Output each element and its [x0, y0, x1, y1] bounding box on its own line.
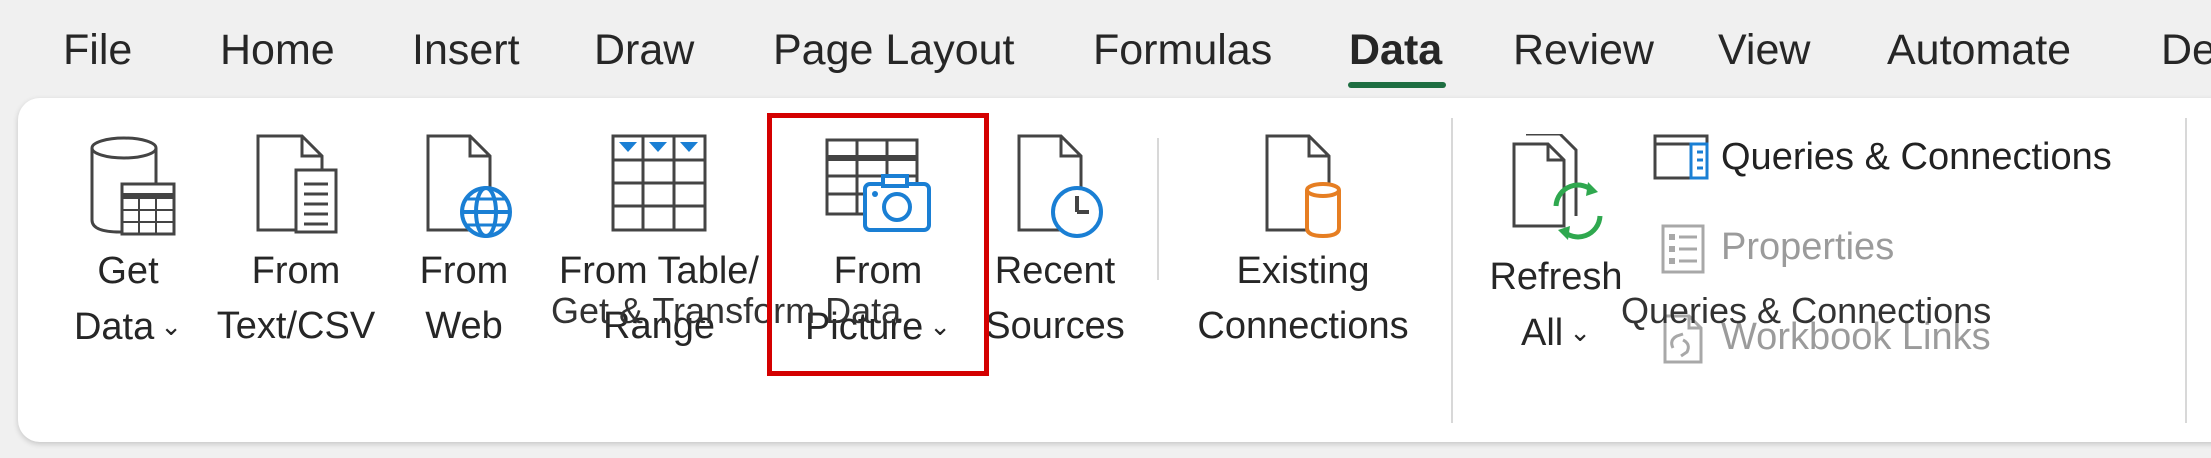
get-data-label-line2: Data	[73, 306, 155, 348]
web-document-icon	[414, 132, 514, 260]
tab-data[interactable]: Data	[1349, 22, 1442, 78]
refresh-icon	[1504, 132, 1608, 262]
from-text-csv-label-line1: From	[251, 250, 341, 292]
queries-connections-button[interactable]: Queries & Connections	[1653, 132, 2173, 186]
camera-table-icon	[823, 136, 933, 256]
properties-icon	[1661, 224, 1707, 287]
from-text-csv-button[interactable]: From Text/CSV	[212, 128, 380, 358]
from-web-label-line1: From	[419, 250, 509, 292]
command-separator	[1157, 138, 1159, 280]
tab-review[interactable]: Review	[1513, 22, 1654, 78]
get-data-label-line1: Get	[97, 250, 159, 292]
clock-document-icon	[1005, 132, 1105, 260]
properties-label: Properties	[1721, 226, 1895, 268]
refresh-all-label-line1: Refresh	[1489, 256, 1623, 298]
tab-insert[interactable]: Insert	[412, 22, 520, 78]
from-text-csv-label-line2: Text/CSV	[216, 305, 376, 347]
table-range-icon	[607, 132, 711, 260]
ribbon-tab-bar: File Home Insert Draw Page Layout Formul…	[0, 0, 2211, 98]
tab-developer[interactable]: De	[2161, 22, 2211, 78]
group-separator	[2185, 118, 2187, 423]
refresh-all-label-line2: All	[1520, 312, 1564, 354]
chevron-down-icon: ⌄	[160, 311, 183, 341]
recent-sources-button[interactable]: Recent Sources	[980, 128, 1130, 358]
queries-connections-label: Queries & Connections	[1721, 136, 2112, 178]
get-data-button[interactable]: Get Data ⌄	[58, 128, 198, 358]
chevron-down-icon: ⌄	[929, 311, 952, 341]
tab-home[interactable]: Home	[220, 22, 335, 78]
tab-automate[interactable]: Automate	[1887, 22, 2071, 78]
recent-sources-label-line1: Recent	[994, 250, 1116, 292]
text-document-icon	[246, 132, 346, 260]
chevron-down-icon: ⌄	[1569, 317, 1592, 347]
refresh-all-button[interactable]: Refresh All ⌄	[1486, 128, 1626, 364]
existing-connections-label-line1: Existing	[1236, 250, 1370, 292]
existing-connections-button[interactable]: Existing Connections	[1180, 128, 1426, 358]
tab-page-layout[interactable]: Page Layout	[773, 22, 1014, 78]
group-label-get-transform: Get & Transform Data	[551, 290, 902, 331]
tab-view[interactable]: View	[1718, 22, 1810, 78]
group-separator	[1451, 118, 1453, 423]
group-label-queries-connections: Queries & Connections	[1621, 290, 1992, 331]
active-tab-indicator	[1348, 82, 1446, 88]
tab-file[interactable]: File	[63, 22, 132, 78]
database-document-icon	[1253, 132, 1353, 260]
properties-button[interactable]: Properties	[1653, 222, 1973, 276]
tab-draw[interactable]: Draw	[594, 22, 694, 78]
queries-pane-icon	[1653, 134, 1709, 193]
database-table-icon	[78, 132, 178, 260]
existing-connections-label-line2: Connections	[1197, 305, 1409, 347]
from-web-label-line2: Web	[425, 305, 503, 347]
from-web-button[interactable]: From Web	[404, 128, 524, 358]
recent-sources-label-line2: Sources	[985, 305, 1125, 347]
excel-ribbon-screenshot: File Home Insert Draw Page Layout Formul…	[0, 0, 2211, 458]
tab-formulas[interactable]: Formulas	[1093, 22, 1272, 78]
